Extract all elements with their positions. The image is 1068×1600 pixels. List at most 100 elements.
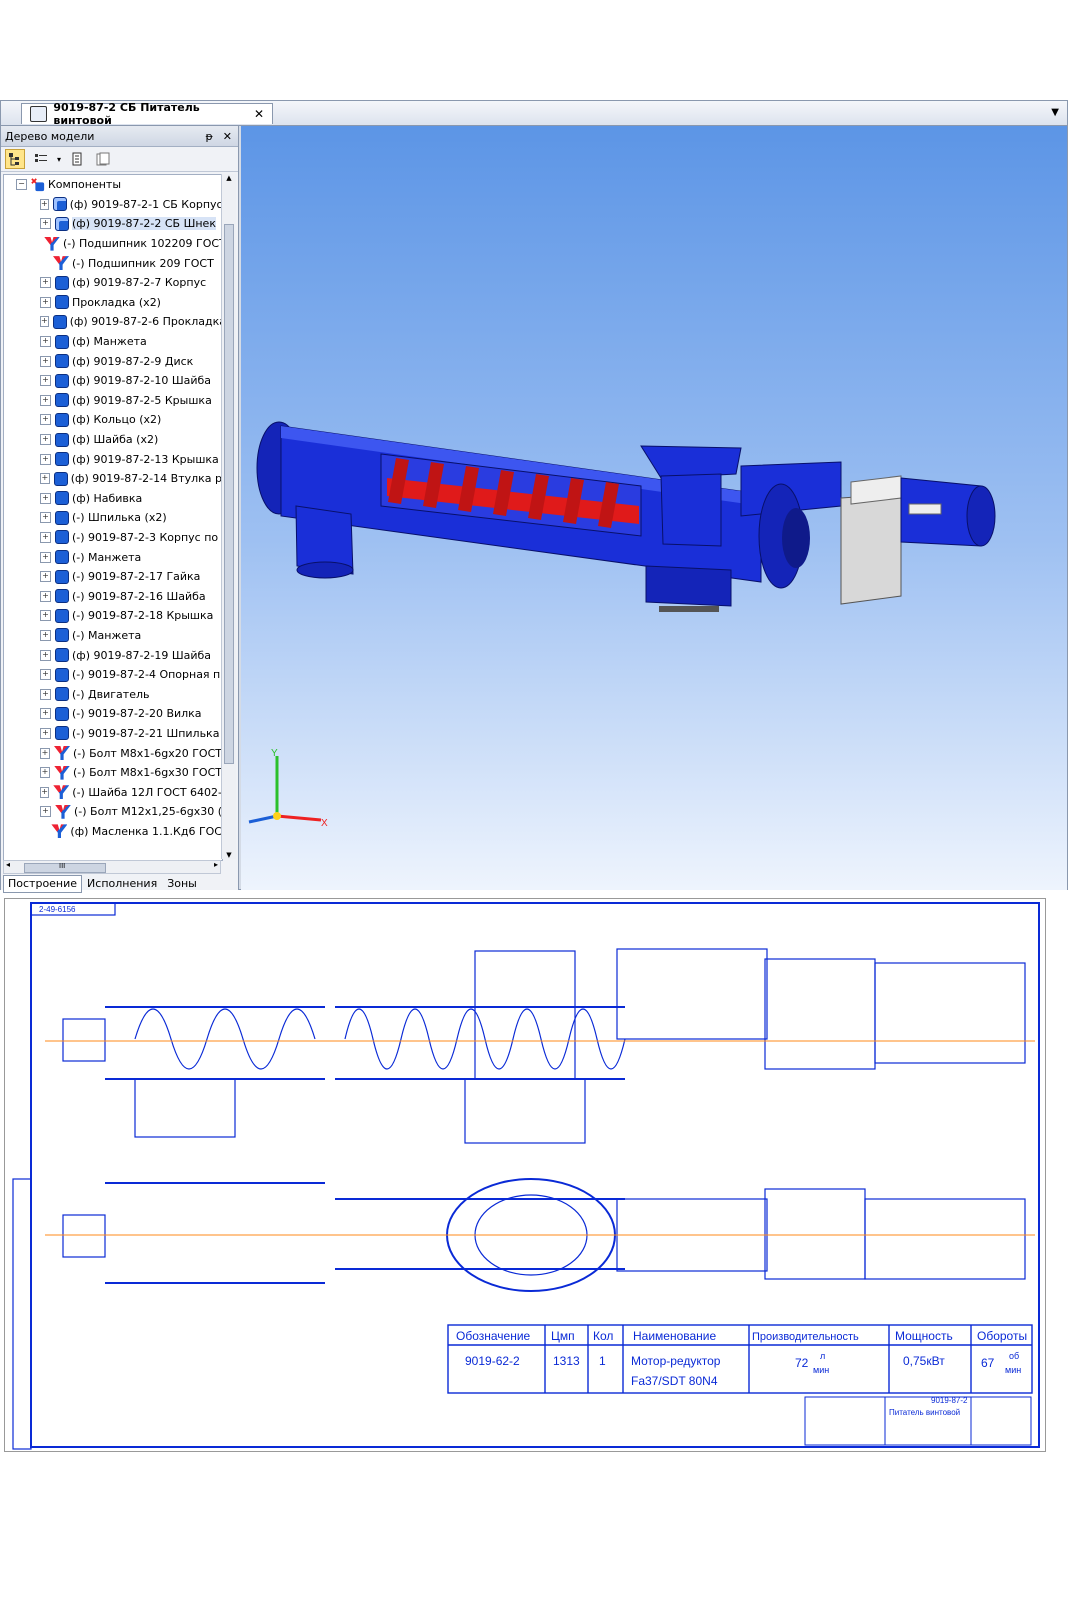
tree-root-components[interactable]: − Компоненты <box>4 175 222 195</box>
tree-item[interactable]: + (-) Шпилька (x2) <box>4 508 222 528</box>
tree-item[interactable]: + (ф) 9019-87-2-14 Втулка р <box>4 469 222 489</box>
expand-icon[interactable]: + <box>40 277 51 289</box>
tree-item[interactable]: + (ф) 9019-87-2-6 Прокладка <box>4 312 222 332</box>
dropdown-arrow-icon[interactable]: ▾ <box>57 155 61 164</box>
close-icon[interactable]: ✕ <box>254 107 264 121</box>
expand-icon[interactable]: + <box>40 453 51 465</box>
expand-icon[interactable]: + <box>40 767 51 779</box>
tree-item[interactable]: + (ф) 9019-87-2-2 СБ Шнек <box>4 214 222 234</box>
expand-icon[interactable]: + <box>40 786 50 798</box>
expand-icon[interactable]: + <box>40 198 49 210</box>
expand-icon[interactable]: + <box>40 806 51 818</box>
tree-item-label: (ф) 9019-87-2-6 Прокладка <box>69 315 223 329</box>
close-panel-icon[interactable]: ✕ <box>223 130 232 143</box>
expand-icon[interactable]: + <box>40 669 51 681</box>
expand-icon[interactable]: + <box>40 473 50 485</box>
tree-item[interactable]: + (ф) 9019-87-2-13 Крышка <box>4 449 222 469</box>
table-cell-name-line2: Fa37/SDT 80N4 <box>631 1374 718 1388</box>
tree-item[interactable]: + (-) Болт М12x1,25-6gx30 ( <box>4 802 222 822</box>
expand-icon[interactable]: + <box>40 492 51 504</box>
report-button[interactable] <box>93 149 113 169</box>
tree-item[interactable]: + (-) 9019-87-2-16 Шайба <box>4 586 222 606</box>
tree-item[interactable]: + (ф) 9019-87-2-19 Шайба <box>4 645 222 665</box>
tree-vertical-scrollbar[interactable]: ▲ ▼ <box>221 174 236 859</box>
expand-icon[interactable]: + <box>40 727 51 739</box>
tree-item[interactable]: + (-) Болт М8x1-6gx20 ГОСТ <box>4 743 222 763</box>
tab-variants[interactable]: Исполнения <box>82 875 162 893</box>
tree-item[interactable]: + (-) Двигатель <box>4 684 222 704</box>
expand-icon[interactable]: + <box>40 218 51 230</box>
tree-structure-button[interactable] <box>5 149 25 169</box>
tree-item[interactable]: (-) Подшипник 209 ГОСТ <box>4 253 222 273</box>
expand-icon[interactable]: + <box>40 571 51 583</box>
expand-icon[interactable]: + <box>40 394 51 406</box>
document-icon <box>72 152 82 166</box>
stamp-code: 9019-87-2 <box>931 1396 968 1405</box>
expand-icon[interactable]: + <box>40 610 51 622</box>
tree-filter-button[interactable] <box>31 149 51 169</box>
tree-item[interactable]: + (-) Шайба 12Л ГОСТ 6402- <box>4 782 222 802</box>
expand-icon[interactable]: + <box>40 590 51 602</box>
expand-icon[interactable]: + <box>40 296 51 308</box>
support-rod <box>659 606 719 612</box>
pin-icon[interactable]: ᵽ <box>205 130 212 143</box>
tree-item[interactable]: + (ф) 9019-87-2-5 Крышка <box>4 391 222 411</box>
expand-icon[interactable]: + <box>40 747 51 759</box>
tree-item[interactable]: + (-) 9019-87-2-4 Опорная п <box>4 665 222 685</box>
tree-item[interactable]: + (ф) 9019-87-2-9 Диск <box>4 351 222 371</box>
tree-item[interactable]: + (-) 9019-87-2-20 Вилка <box>4 704 222 724</box>
collapse-icon[interactable]: − <box>16 179 27 191</box>
tree-item-label: (-) Двигатель <box>72 687 150 701</box>
left-side-stamp <box>12 1178 32 1450</box>
inlet-neck <box>660 473 722 547</box>
tree-item[interactable]: + (ф) 9019-87-2-1 СБ Корпус <box>4 195 222 215</box>
tree-item[interactable]: + (ф) Кольцо (x2) <box>4 410 222 430</box>
scroll-down-icon[interactable]: ▼ <box>222 851 236 859</box>
expand-icon[interactable]: + <box>40 375 51 387</box>
expand-icon[interactable]: + <box>40 531 51 543</box>
tree-item[interactable]: + (-) 9019-87-2-3 Корпус по <box>4 528 222 548</box>
scroll-left-icon[interactable]: ◂ <box>6 860 10 869</box>
tab-zones[interactable]: Зоны <box>162 875 202 893</box>
tree-item[interactable]: + (-) 9019-87-2-21 Шпилька <box>4 724 222 744</box>
expand-icon[interactable]: + <box>40 551 51 563</box>
tree-item[interactable]: + (-) Манжета <box>4 626 222 646</box>
expand-icon[interactable]: + <box>40 649 51 661</box>
scroll-right-icon[interactable]: ▸ <box>214 860 218 869</box>
scrollbar-thumb[interactable] <box>224 224 234 764</box>
document-tab[interactable]: 9019-87-2 СБ Питатель винтовой ✕ <box>21 101 273 127</box>
tree-item[interactable]: + (-) 9019-87-2-18 Крышка <box>4 606 222 626</box>
tree-item[interactable]: + (ф) 9019-87-2-10 Шайба <box>4 371 222 391</box>
tree-item[interactable]: (-) Подшипник 102209 ГОСТ <box>4 234 222 254</box>
expand-icon[interactable]: + <box>40 688 51 700</box>
expand-icon[interactable]: + <box>40 336 51 348</box>
expand-icon[interactable]: + <box>40 316 49 328</box>
scrollbar-thumb[interactable]: III <box>24 862 106 873</box>
standard-part-icon <box>44 236 60 251</box>
tree-item[interactable]: + (-) Болт М8x1-6gx30 ГОСТ <box>4 763 222 783</box>
tree-item[interactable]: + (ф) Набивка <box>4 489 222 509</box>
tab-construction[interactable]: Построение <box>3 875 83 893</box>
tree-item[interactable]: + (ф) Шайба (x2) <box>4 430 222 450</box>
expand-icon[interactable]: + <box>40 434 51 446</box>
chevron-down-icon[interactable]: ▼ <box>1051 107 1059 118</box>
scroll-up-icon[interactable]: ▲ <box>222 174 236 182</box>
motor-end-cap <box>966 485 996 547</box>
expand-icon[interactable]: + <box>40 414 51 426</box>
3d-viewport[interactable]: Y X <box>241 126 1067 890</box>
tree-item[interactable]: + (ф) 9019-87-2-7 Корпус <box>4 273 222 293</box>
expand-icon[interactable]: + <box>40 708 51 720</box>
tree-item-label: (ф) 9019-87-2-14 Втулка р <box>70 472 222 486</box>
properties-button[interactable] <box>67 149 87 169</box>
tree-item[interactable]: + Прокладка (x2) <box>4 293 222 313</box>
tree-item[interactable]: + (-) 9019-87-2-17 Гайка <box>4 567 222 587</box>
tree-item[interactable]: + (ф) Манжета <box>4 332 222 352</box>
tree-item-label: (-) 9019-87-2-17 Гайка <box>72 570 201 584</box>
expand-icon[interactable]: + <box>40 629 51 641</box>
tree-item[interactable]: (ф) Масленка 1.1.Кд6 ГОС <box>4 822 222 842</box>
expand-icon[interactable]: + <box>40 512 51 524</box>
tree-horizontal-scrollbar[interactable]: ◂ III ▸ <box>3 860 221 874</box>
part-icon <box>55 373 69 388</box>
tree-item[interactable]: + (-) Манжета <box>4 547 222 567</box>
expand-icon[interactable]: + <box>40 355 51 367</box>
